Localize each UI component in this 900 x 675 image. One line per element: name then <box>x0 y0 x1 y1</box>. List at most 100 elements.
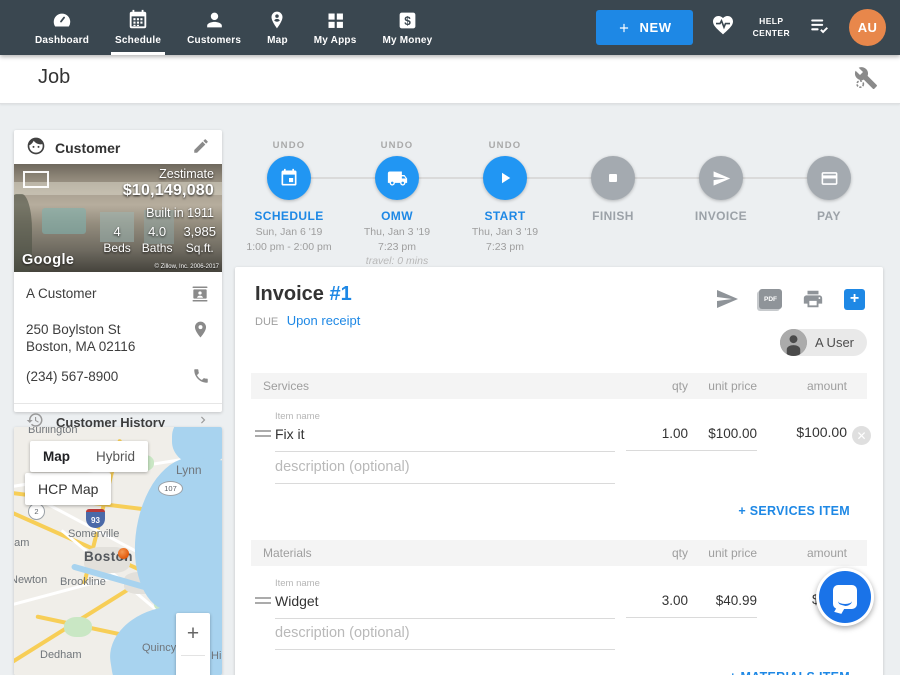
stat-beds: 4 Beds <box>103 224 130 255</box>
assigned-user-avatar-icon <box>780 329 807 356</box>
map-marker-icon[interactable] <box>118 548 129 559</box>
invoice-step-button[interactable] <box>699 156 743 200</box>
nav-customers[interactable]: Customers <box>174 0 254 55</box>
sqft-value: 3,985 <box>183 224 216 239</box>
map-type-hybrid[interactable]: Hybrid <box>83 441 148 472</box>
nav-schedule[interactable]: Schedule <box>102 0 174 55</box>
phone-icon[interactable] <box>192 367 210 390</box>
activity-checklist-icon[interactable] <box>807 14 832 41</box>
zoom-in-button[interactable]: + <box>176 613 210 655</box>
schedule-step-label[interactable]: SCHEDULE <box>254 209 323 223</box>
start-step-label[interactable]: START <box>484 209 525 223</box>
map-label-lynn: Lynn <box>176 463 202 477</box>
material-item-row: Item name Widget 3.00 $40.99 $122. <box>251 572 867 628</box>
play-icon <box>496 169 514 187</box>
due-label: DUE <box>255 316 278 328</box>
material-description-input[interactable] <box>275 625 615 650</box>
omw-step-label[interactable]: OMW <box>381 209 413 223</box>
step-finish: FINISH <box>559 140 667 269</box>
due-value-link[interactable]: Upon receipt <box>287 313 361 328</box>
add-materials-item-link[interactable]: + MATERIALS ITEM <box>729 670 850 675</box>
finish-step-button[interactable] <box>591 156 635 200</box>
start-step-button[interactable] <box>483 156 527 200</box>
edit-pencil-icon[interactable] <box>192 137 210 160</box>
zoom-out-button[interactable]: − <box>176 656 210 675</box>
invoice-number[interactable]: #1 <box>329 283 351 305</box>
help-line2: CENTER <box>753 28 790 39</box>
nav-my-apps[interactable]: My Apps <box>301 0 370 55</box>
nav-map[interactable]: Map <box>254 0 301 55</box>
nav-dashboard[interactable]: Dashboard <box>22 0 102 55</box>
undo-schedule-button[interactable]: UNDO <box>273 140 306 151</box>
nav-items: Dashboard Schedule Customers Map <box>0 0 445 55</box>
i93-shield: 93 <box>86 509 105 528</box>
material-item-qty-input[interactable]: 3.00 <box>626 593 688 618</box>
undo-omw-button[interactable]: UNDO <box>381 140 414 151</box>
drag-handle-icon[interactable] <box>255 597 271 607</box>
service-item-name-input[interactable]: Fix it <box>275 426 615 452</box>
service-description-input[interactable] <box>275 459 615 484</box>
map-type-map[interactable]: Map <box>30 441 83 472</box>
map-label-burlington: Burlington <box>28 427 78 436</box>
nav-map-label: Map <box>267 35 288 46</box>
location-pin-icon[interactable] <box>191 320 210 344</box>
map-widget[interactable]: Burlington Lynn 107 2 93 Somerville ham … <box>14 427 222 675</box>
nav-schedule-label: Schedule <box>115 35 161 46</box>
omw-step-button[interactable] <box>375 156 419 200</box>
google-logo: Google <box>22 252 74 268</box>
new-button[interactable]: NEW <box>596 10 693 45</box>
remove-service-item-icon[interactable]: ✕ <box>852 426 871 445</box>
material-item-price-input[interactable]: $40.99 <box>687 593 757 618</box>
nav-customers-label: Customers <box>187 35 241 46</box>
drag-handle-icon[interactable] <box>255 430 271 440</box>
undo-start-button[interactable]: UNDO <box>489 140 522 151</box>
streetview-expand-icon[interactable] <box>23 171 49 188</box>
pay-step-button[interactable] <box>807 156 851 200</box>
help-center-button[interactable]: HELP CENTER <box>753 16 790 38</box>
hcp-map-button[interactable]: HCP Map <box>25 473 111 505</box>
plus-icon <box>617 21 631 35</box>
service-item-price-input[interactable]: $100.00 <box>687 426 757 451</box>
sqft-label: Sq.ft. <box>183 241 216 255</box>
send-invoice-icon[interactable] <box>715 287 739 311</box>
built-year: Built in 1911 <box>146 206 214 220</box>
materials-header-band: Materials qty unit price amount <box>251 540 867 566</box>
customer-name-row: A Customer <box>26 284 210 309</box>
contact-card-icon[interactable] <box>190 284 210 309</box>
customer-card-header: Customer <box>14 130 222 164</box>
print-icon[interactable] <box>802 288 824 310</box>
map-label-somerville: Somerville <box>68 528 119 540</box>
customer-address-row: 250 Boylston St Boston, MA 02116 <box>26 320 210 356</box>
finish-step-label[interactable]: FINISH <box>592 209 634 223</box>
add-services-item-link[interactable]: + SERVICES ITEM <box>738 504 850 518</box>
invoice-title-text: Invoice <box>255 283 324 305</box>
map-type-control: Map Hybrid <box>30 441 148 472</box>
schedule-step-button[interactable] <box>267 156 311 200</box>
service-item-qty-input[interactable]: 1.00 <box>626 426 688 451</box>
material-item-name-input[interactable]: Widget <box>275 593 615 619</box>
user-avatar[interactable]: AU <box>849 9 886 46</box>
chat-launcher-button[interactable] <box>816 568 874 626</box>
add-invoice-icon[interactable]: + <box>844 289 865 310</box>
schedule-date: Sun, Jan 6 '19 <box>246 225 331 240</box>
pdf-icon[interactable]: PDF <box>759 289 782 309</box>
omw-date: Thu, Jan 3 '19 <box>364 225 430 240</box>
pay-step-label[interactable]: PAY <box>817 209 841 223</box>
assigned-user-pill[interactable]: A User <box>780 329 867 356</box>
app-screen: Dashboard Schedule Customers Map <box>0 0 900 675</box>
property-photo[interactable]: Zestimate $10,149,080 Built in 1911 4 Be… <box>14 164 222 272</box>
map-label-quincy: Quincy <box>142 642 176 654</box>
nav-my-money[interactable]: $ My Money <box>369 0 445 55</box>
invoice-step-label[interactable]: INVOICE <box>695 209 747 223</box>
heart-pulse-icon[interactable] <box>710 13 736 42</box>
map-label-brookline: Brookline <box>60 576 106 588</box>
property-stats: 4 Beds 4.0 Baths 3,985 Sq.ft. <box>103 224 216 255</box>
photo-decoration <box>42 208 86 234</box>
wrench-gear-icon[interactable] <box>854 66 878 95</box>
map-park <box>64 617 92 637</box>
beds-value: 4 <box>103 224 130 239</box>
schedule-calendar-icon <box>127 6 149 31</box>
materials-col-amount: amount <box>807 546 847 560</box>
services-header-band: Services qty unit price amount <box>251 373 867 399</box>
zillow-copyright: © Zillow, Inc. 2006-2017 <box>155 264 219 270</box>
